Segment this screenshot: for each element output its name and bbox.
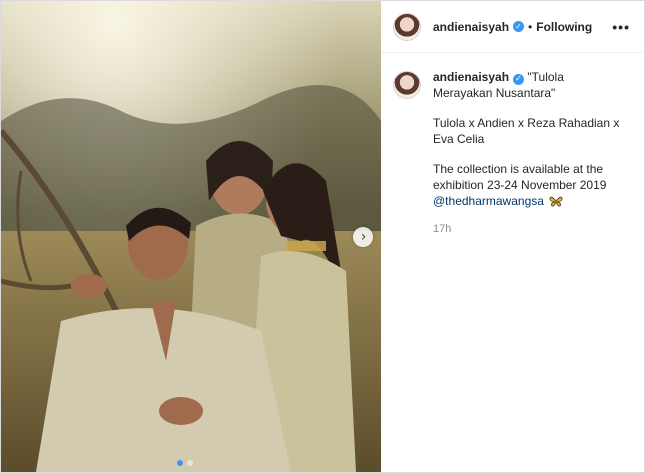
mention-link[interactable]: @thedharmawangsa [433, 194, 544, 208]
caption: andienaisyah ✓ "Tulola Merayakan Nusantar… [381, 53, 644, 237]
caption-avatar[interactable] [393, 71, 421, 99]
carousel-next-button[interactable]: › [353, 227, 373, 247]
instagram-post: › andienaisyah ✓ • Following ••• andiena… [0, 0, 645, 473]
caption-username[interactable]: andienaisyah [433, 70, 509, 84]
butterfly-icon [549, 196, 563, 207]
verified-badge-icon: ✓ [513, 73, 525, 85]
post-header: andienaisyah ✓ • Following ••• [381, 1, 644, 53]
caption-first-line: andienaisyah ✓ "Tulola Merayakan Nusantar… [433, 69, 623, 101]
verified-badge-icon: ✓ [513, 21, 525, 32]
avatar[interactable] [393, 12, 421, 41]
caption-body: andienaisyah ✓ "Tulola Merayakan Nusantar… [433, 69, 623, 237]
caption-credits: Tulola x Andien x Reza Rahadian x Eva Ce… [433, 116, 620, 146]
photo-illustration [1, 1, 381, 472]
chevron-right-icon: › [360, 229, 367, 245]
more-options-icon[interactable]: ••• [612, 19, 630, 35]
separator-dot: • [528, 19, 533, 34]
caption-info: The collection is available at the exhib… [433, 162, 607, 192]
carousel-indicator [177, 460, 193, 466]
caption-info-block: The collection is available at the exhib… [433, 161, 623, 209]
carousel-dot [187, 460, 193, 466]
post-timestamp[interactable]: 17h [433, 221, 623, 237]
following-button[interactable]: Following [536, 20, 592, 34]
header-username[interactable]: andienaisyah [433, 20, 509, 34]
post-side-panel: andienaisyah ✓ • Following ••• andienais… [381, 1, 644, 472]
carousel-dot-active [177, 460, 183, 466]
post-photo[interactable]: › [1, 1, 381, 472]
